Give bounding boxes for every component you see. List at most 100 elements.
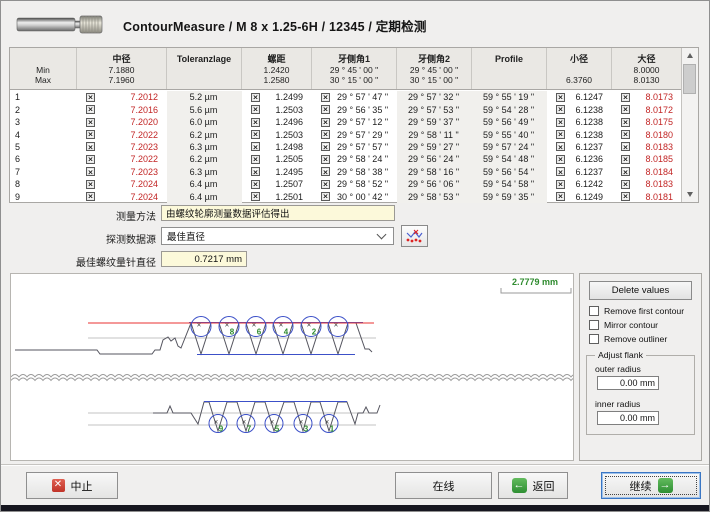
delete-values-button[interactable]: Delete values bbox=[589, 281, 692, 300]
row-checkbox[interactable]: × bbox=[251, 130, 260, 139]
next-button[interactable]: 继续 → bbox=[601, 472, 701, 499]
table-cell: 6 bbox=[10, 153, 77, 165]
row-checkbox[interactable]: × bbox=[251, 118, 260, 127]
back-button[interactable]: ← 返回 bbox=[498, 472, 568, 499]
table-cell: ×30 ° 00 ' 42 " bbox=[312, 191, 397, 203]
row-checkbox[interactable]: × bbox=[556, 180, 565, 189]
outer-radius-input[interactable]: 0.00 mm bbox=[597, 376, 659, 390]
table-row[interactable]: 8×7.20246.4 µm×1.2507×29 ° 58 ' 52 "29 °… bbox=[10, 178, 681, 190]
table-cell: 29 ° 58 ' 11 " bbox=[397, 128, 472, 140]
row-checkbox[interactable]: × bbox=[321, 142, 330, 151]
table-cell: ×8.0184 bbox=[612, 166, 682, 178]
scroll-up-icon[interactable] bbox=[682, 48, 698, 63]
table-row[interactable]: 7×7.20236.3 µm×1.2495×29 ° 58 ' 38 "29 °… bbox=[10, 166, 681, 178]
table-cell: ×1.2495 bbox=[242, 166, 312, 178]
online-button[interactable]: 在线 bbox=[395, 472, 492, 499]
abort-button[interactable]: ✕ 中止 bbox=[26, 472, 118, 499]
row-checkbox[interactable]: × bbox=[251, 180, 260, 189]
row-checkbox[interactable]: × bbox=[621, 105, 630, 114]
row-checkbox[interactable]: × bbox=[621, 192, 630, 201]
row-checkbox[interactable]: × bbox=[556, 93, 565, 102]
table-cell: ×6.1247 bbox=[547, 91, 612, 103]
row-checkbox[interactable]: × bbox=[321, 167, 330, 176]
row-checkbox[interactable]: × bbox=[321, 180, 330, 189]
row-checkbox[interactable]: × bbox=[86, 142, 95, 151]
row-checkbox[interactable]: × bbox=[86, 192, 95, 201]
contour-plot[interactable]: 2.7779 mm ××8×6×4×2× ×9×7×5×3×1 bbox=[10, 273, 574, 461]
row-checkbox[interactable]: × bbox=[556, 167, 565, 176]
row-checkbox[interactable]: × bbox=[621, 130, 630, 139]
cell-value: 6.1238 bbox=[565, 105, 612, 115]
row-checkbox[interactable]: × bbox=[621, 118, 630, 127]
row-checkbox[interactable]: × bbox=[251, 155, 260, 164]
cell-value: 7.2020 bbox=[95, 117, 167, 127]
table-cell: ×8.0173 bbox=[612, 91, 682, 103]
extract-points-button[interactable] bbox=[401, 225, 428, 247]
row-checkbox[interactable]: × bbox=[86, 93, 95, 102]
option-checkbox[interactable] bbox=[589, 320, 599, 330]
row-checkbox[interactable]: × bbox=[621, 142, 630, 151]
table-row[interactable]: 5×7.20236.3 µm×1.2498×29 ° 57 ' 57 "29 °… bbox=[10, 141, 681, 153]
row-checkbox[interactable]: × bbox=[321, 155, 330, 164]
row-checkbox[interactable]: × bbox=[86, 180, 95, 189]
row-checkbox[interactable]: × bbox=[321, 105, 330, 114]
source-label: 探测数据源 bbox=[1, 231, 156, 246]
cell-value: 7.2016 bbox=[95, 105, 167, 115]
option-label: Mirror contour bbox=[604, 320, 658, 330]
row-checkbox[interactable]: × bbox=[321, 192, 330, 201]
cell-value: 29 ° 57 ' 47 " bbox=[330, 92, 397, 102]
row-checkbox[interactable]: × bbox=[321, 118, 330, 127]
row-checkbox[interactable]: × bbox=[556, 142, 565, 151]
row-checkbox[interactable]: × bbox=[556, 130, 565, 139]
row-checkbox[interactable]: × bbox=[621, 155, 630, 164]
table-cell: ×6.1238 bbox=[547, 103, 612, 115]
table-cell: 29 ° 58 ' 53 " bbox=[397, 191, 472, 203]
row-checkbox[interactable]: × bbox=[556, 155, 565, 164]
row-checkbox[interactable]: × bbox=[251, 105, 260, 114]
cell-value: 6.3 µm bbox=[167, 142, 242, 152]
table-row[interactable]: 4×7.20226.2 µm×1.2503×29 ° 57 ' 29 "29 °… bbox=[10, 128, 681, 140]
cell-value: 6.1247 bbox=[565, 92, 612, 102]
row-checkbox[interactable]: × bbox=[251, 142, 260, 151]
row-checkbox[interactable]: × bbox=[86, 167, 95, 176]
table-scrollbar[interactable] bbox=[681, 48, 698, 202]
inner-radius-label: inner radius bbox=[595, 399, 688, 409]
table-cell: 9 bbox=[10, 191, 77, 203]
scroll-down-icon[interactable] bbox=[682, 187, 698, 202]
row-checkbox[interactable]: × bbox=[556, 192, 565, 201]
row-checkbox[interactable]: × bbox=[86, 118, 95, 127]
row-checkbox[interactable]: × bbox=[321, 130, 330, 139]
source-dropdown[interactable]: 最佳直径 bbox=[161, 227, 394, 245]
column-header: 大径8.00008.0130 bbox=[612, 48, 682, 89]
row-checkbox[interactable]: × bbox=[86, 130, 95, 139]
cell-value: 29 ° 59 ' 37 " bbox=[397, 117, 472, 127]
table-row[interactable]: 2×7.20165.6 µm×1.2503×29 ° 56 ' 35 "29 °… bbox=[10, 103, 681, 115]
row-checkbox[interactable]: × bbox=[621, 180, 630, 189]
lower-contour-line bbox=[153, 402, 380, 431]
row-checkbox[interactable]: × bbox=[86, 155, 95, 164]
table-row[interactable]: 1×7.20125.2 µm×1.2499×29 ° 57 ' 47 "29 °… bbox=[10, 91, 681, 103]
table-row[interactable]: 3×7.20206.0 µm×1.2496×29 ° 57 ' 12 "29 °… bbox=[10, 116, 681, 128]
method-field[interactable]: 由螺纹轮廓测量数据评估得出 bbox=[161, 205, 395, 221]
option-checkbox[interactable] bbox=[589, 306, 599, 316]
row-checkbox[interactable]: × bbox=[321, 93, 330, 102]
row-checkbox[interactable]: × bbox=[86, 105, 95, 114]
table-cell: 4 bbox=[10, 128, 77, 140]
row-checkbox[interactable]: × bbox=[556, 105, 565, 114]
table-row[interactable]: 6×7.20226.2 µm×1.2505×29 ° 58 ' 24 "29 °… bbox=[10, 153, 681, 165]
option-checkbox[interactable] bbox=[589, 334, 599, 344]
scrollbar-thumb[interactable] bbox=[683, 64, 696, 94]
table-row[interactable]: 9×7.20246.4 µm×1.2501×30 ° 00 ' 42 "29 °… bbox=[10, 191, 681, 203]
row-checkbox[interactable]: × bbox=[556, 118, 565, 127]
row-checkbox[interactable]: × bbox=[621, 167, 630, 176]
wire-diameter-field[interactable]: 0.7217 mm bbox=[161, 251, 247, 267]
table-cell: ×7.2020 bbox=[77, 116, 167, 128]
inner-radius-input[interactable]: 0.00 mm bbox=[597, 411, 659, 425]
table-cell: 7 bbox=[10, 166, 77, 178]
row-checkbox[interactable]: × bbox=[621, 93, 630, 102]
row-checkbox[interactable]: × bbox=[251, 93, 260, 102]
row-checkbox[interactable]: × bbox=[251, 192, 260, 201]
row-checkbox[interactable]: × bbox=[251, 167, 260, 176]
table-cell: ×6.1236 bbox=[547, 153, 612, 165]
cell-value: 1.2503 bbox=[260, 105, 312, 115]
